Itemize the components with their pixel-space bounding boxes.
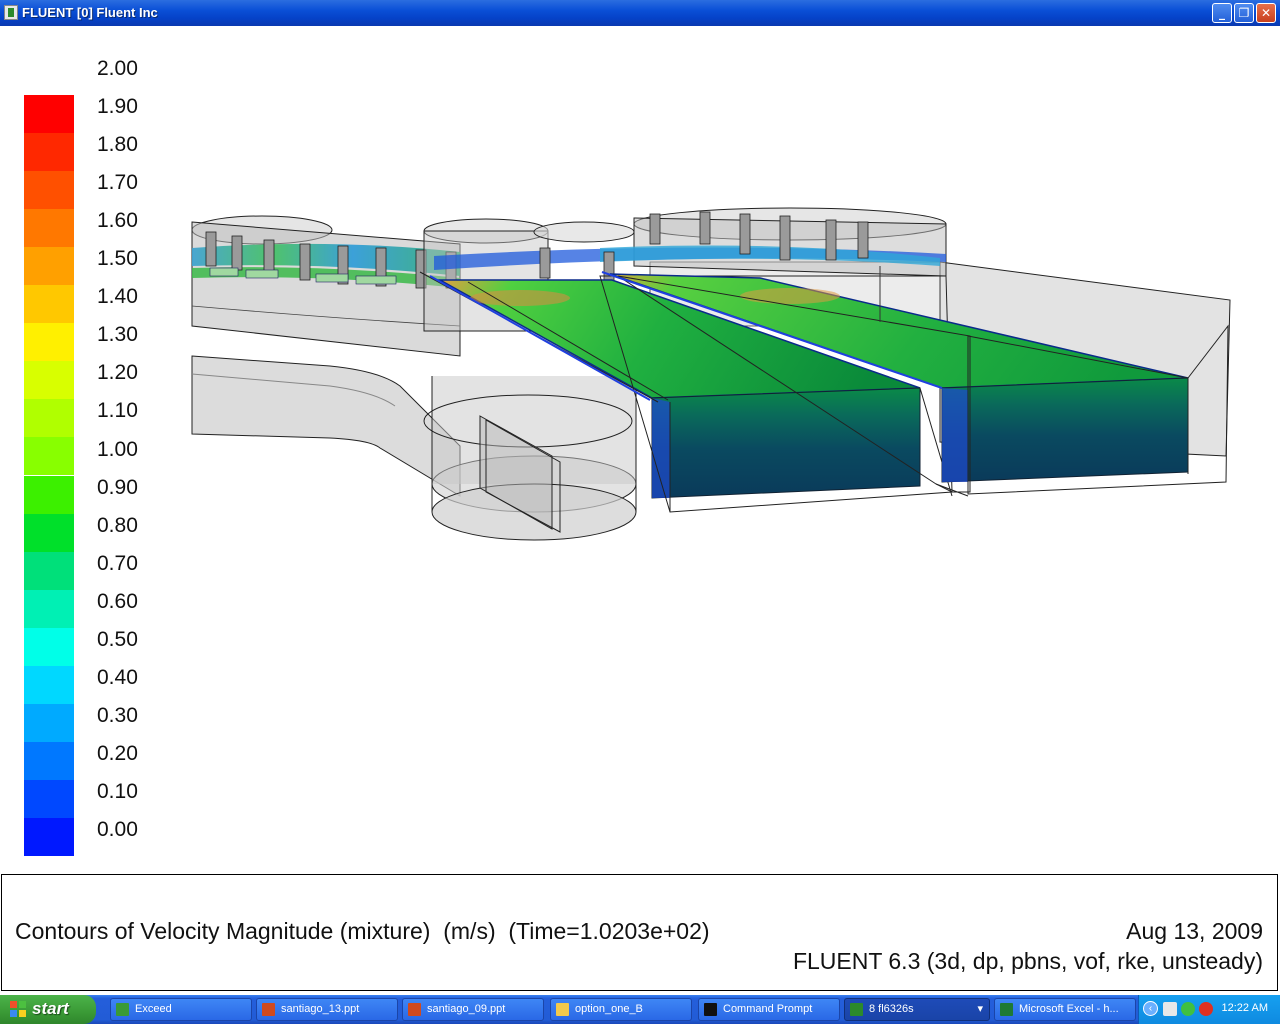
solver-info: FLUENT 6.3 (3d, dp, pbns, vof, rke, unst… bbox=[792, 948, 1263, 974]
taskbar-item-command-prompt[interactable]: Command Prompt bbox=[698, 998, 840, 1021]
taskbar-item-label: Exceed bbox=[135, 1003, 172, 1015]
graphics-viewport[interactable]: 2.00 1.90 1.80 1.70 1.60 1.50 1.40 1.30 1.20 1.10… bbox=[0, 26, 1280, 872]
excel-icon bbox=[1000, 1003, 1013, 1016]
exceed-icon bbox=[116, 1003, 129, 1016]
taskbar: start Exceed santiago_13.ppt santiago_09.p… bbox=[0, 995, 1280, 1024]
security-shield-icon[interactable] bbox=[1181, 1002, 1195, 1016]
network-icon[interactable] bbox=[1163, 1002, 1177, 1016]
taskbar-item-label: option_one_B bbox=[575, 1003, 643, 1015]
taskbar-item-label: santiago_09.ppt bbox=[427, 1003, 506, 1015]
taskbar-item-exceed[interactable]: Exceed bbox=[110, 998, 252, 1021]
fluent-app-icon[interactable] bbox=[4, 5, 18, 20]
fluent-group-icon bbox=[850, 1003, 863, 1016]
window-title: FLUENT [0] Fluent Inc bbox=[22, 5, 158, 20]
close-button[interactable]: ✕ bbox=[1256, 3, 1276, 23]
command-prompt-icon bbox=[704, 1003, 717, 1016]
plot-caption-box: Contours of Velocity Magnitude (mixture)… bbox=[1, 874, 1278, 991]
taskbar-item-label: Command Prompt bbox=[723, 1003, 813, 1015]
taskbar-item-santiago-13-ppt[interactable]: santiago_13.ppt bbox=[256, 998, 398, 1021]
taskbar-item-8-fl6326s[interactable]: 8 fl6326s ▾ bbox=[844, 998, 990, 1021]
clock[interactable]: 12:22 AM bbox=[1222, 1002, 1268, 1014]
taskbar-item-option-one-b[interactable]: option_one_B bbox=[550, 998, 692, 1021]
taskbar-item-label: Microsoft Excel - h... bbox=[1019, 1003, 1119, 1015]
minimize-button[interactable]: _ bbox=[1212, 3, 1232, 23]
plot-date: Aug 13, 2009 bbox=[1126, 918, 1263, 944]
restore-button[interactable]: ❐ bbox=[1234, 3, 1254, 23]
start-label: start bbox=[32, 999, 69, 1018]
plot-caption: Contours of Velocity Magnitude (mixture)… bbox=[15, 918, 710, 944]
taskbar-item-label: santiago_13.ppt bbox=[281, 1003, 360, 1015]
system-tray: ‹ 12:22 AM bbox=[1138, 995, 1280, 1024]
powerpoint-icon bbox=[262, 1003, 275, 1016]
group-dropdown-icon: ▾ bbox=[977, 1003, 983, 1015]
flow-geometry-render bbox=[191, 207, 1231, 541]
powerpoint-icon bbox=[408, 1003, 421, 1016]
start-button[interactable]: start bbox=[0, 995, 96, 1024]
taskbar-item-label: 8 fl6326s bbox=[869, 1003, 914, 1015]
taskbar-item-microsoft-excel-h[interactable]: Microsoft Excel - h... bbox=[994, 998, 1136, 1021]
windows-logo-icon bbox=[10, 1001, 27, 1018]
folder-icon bbox=[556, 1003, 569, 1016]
taskbar-item-santiago-09-ppt[interactable]: santiago_09.ppt bbox=[402, 998, 544, 1021]
title-bar: FLUENT [0] Fluent Inc _ ❐ ✕ bbox=[0, 0, 1280, 26]
show-hidden-icons-button[interactable]: ‹ bbox=[1143, 1001, 1158, 1016]
antivirus-icon[interactable] bbox=[1199, 1002, 1213, 1016]
